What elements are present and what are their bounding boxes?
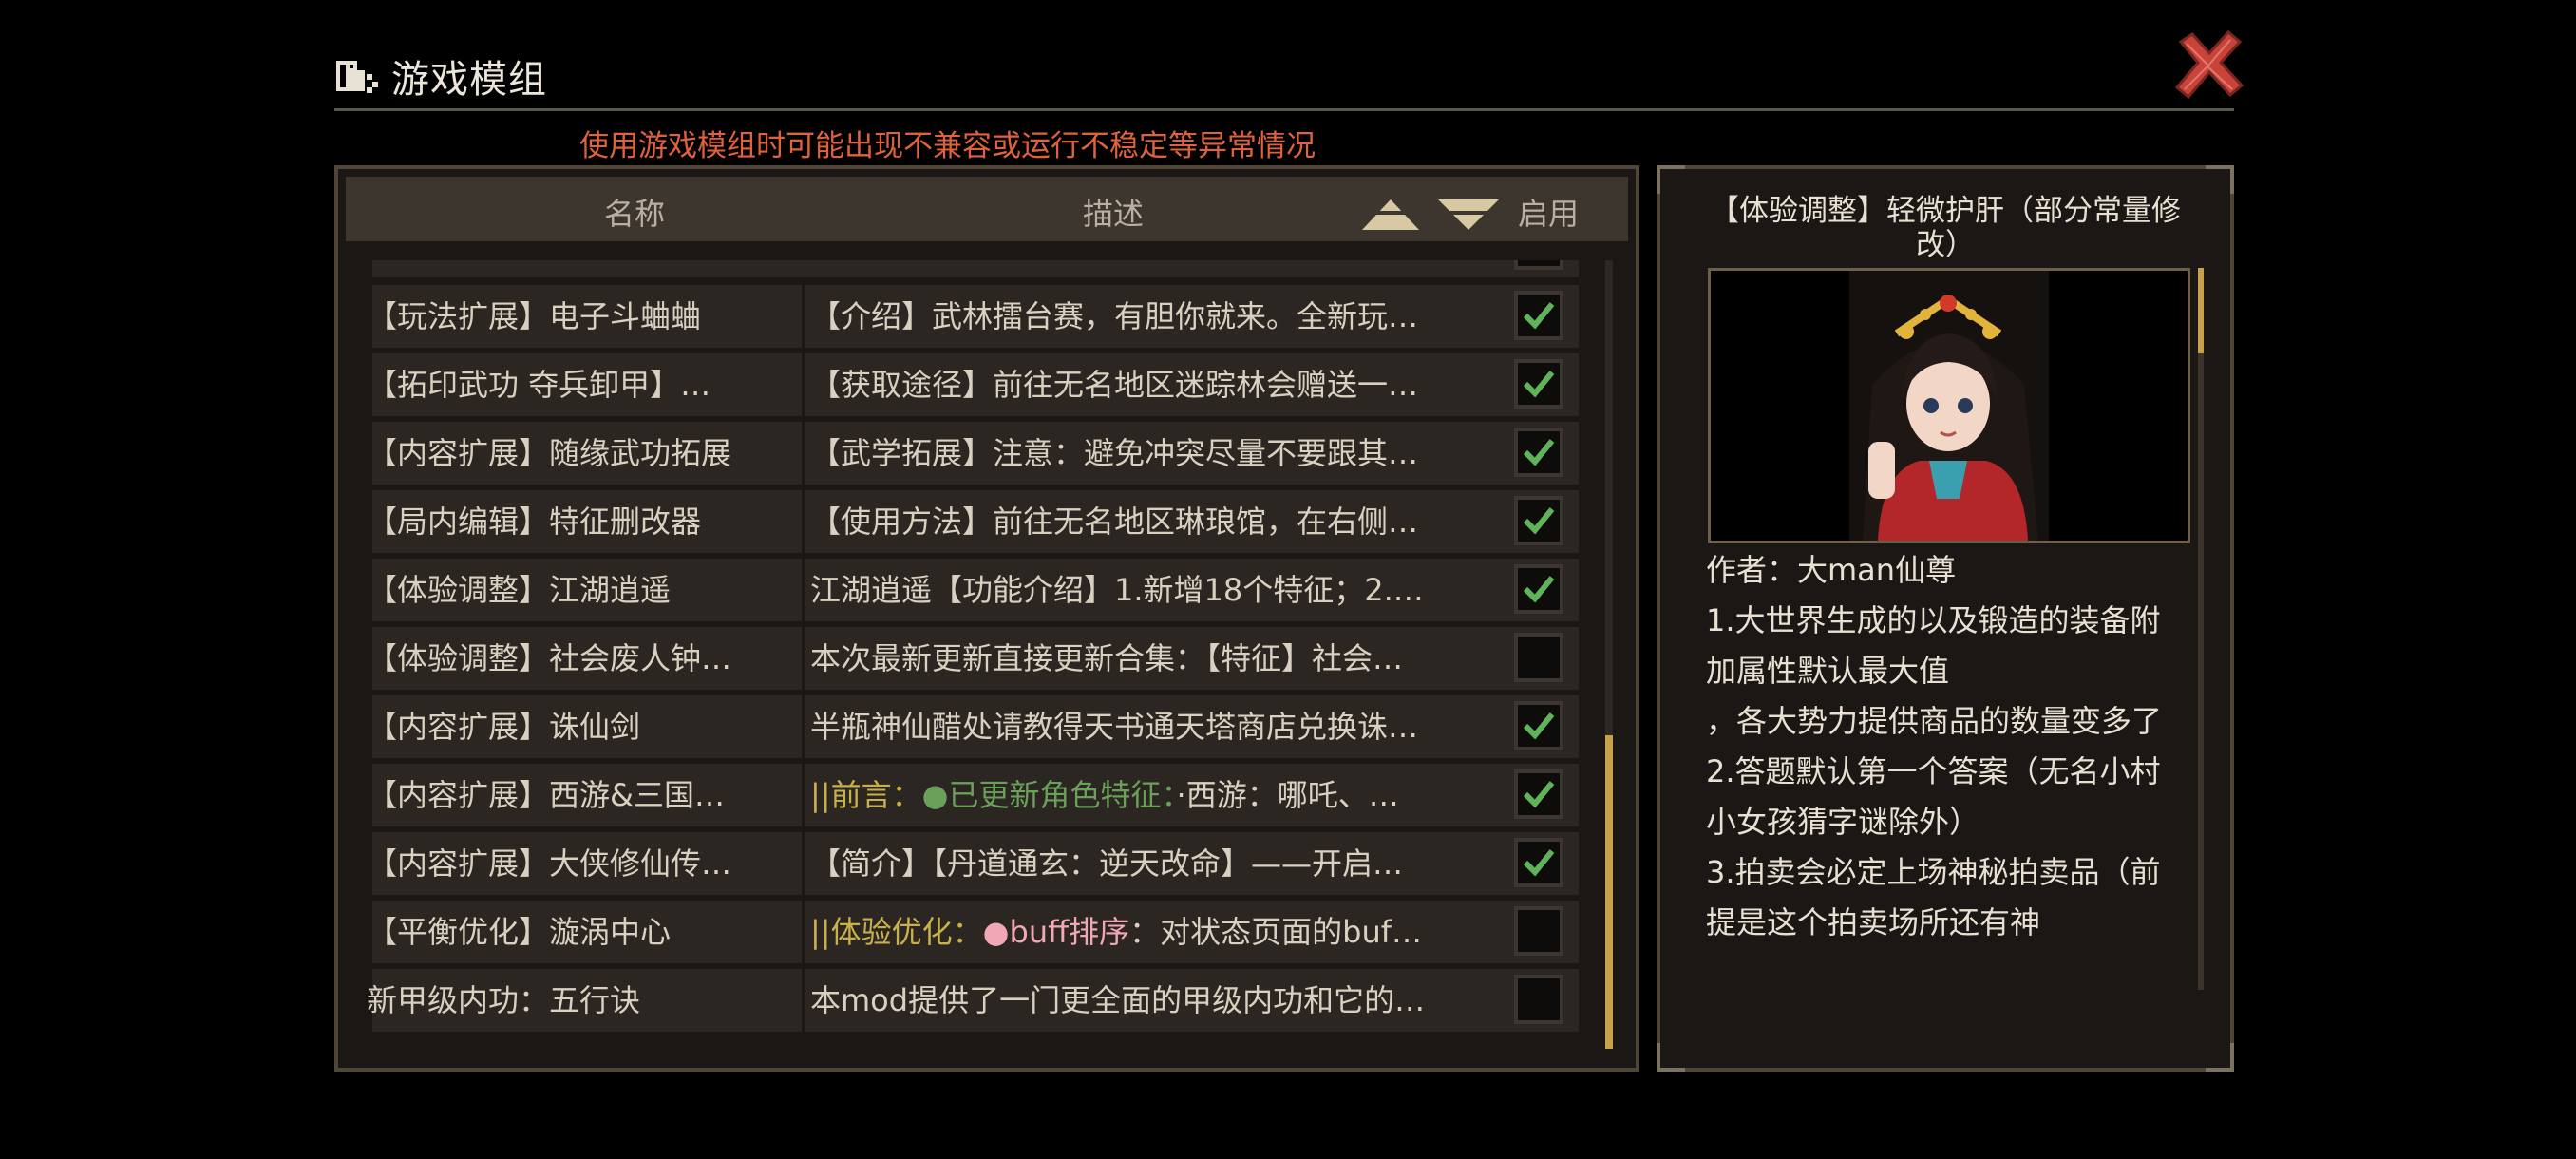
character-portrait [1849, 271, 2049, 541]
detail-line: 1.大世界生成的以及锻造的装备附加属性默认最大值 [1706, 602, 2161, 689]
mod-preview-image [1708, 268, 2190, 543]
check-icon [1523, 849, 1555, 877]
detail-title: 【体验调整】轻微护肝（部分常量修改） [1710, 194, 2181, 262]
detail-scrollbar[interactable] [2198, 268, 2204, 990]
desc-highlight: buff排序 [1009, 914, 1130, 950]
check-icon [1523, 576, 1555, 603]
list-item[interactable]: 【内容扩展】随缘武功拓展 【武学拓展】注意：避免冲突尽量不要跟其… [367, 422, 1592, 484]
enable-checkbox[interactable] [1514, 838, 1563, 887]
list-item[interactable]: 【拓印武功 夺兵卸甲】… 【获取途径】前往无名地区迷踪林会赠送一… [367, 353, 1592, 416]
list-item[interactable]: 【平衡优化】漩涡中心 ||体验优化：●buff排序：对状态页面的buf… [367, 901, 1592, 963]
detail-description: 作者：大man仙尊 1.大世界生成的以及锻造的装备附加属性默认最大值 ，各大势力… [1706, 545, 2190, 986]
frame-corner [2206, 1043, 2234, 1072]
list-item[interactable]: 【内容扩展】大侠修仙传… 【简介】【丹道通玄：逆天改命】——开启… [367, 832, 1592, 895]
mod-desc: 【获取途径】前往无名地区迷踪林会赠送一… [802, 353, 1495, 416]
frame-corner [1657, 1043, 1685, 1072]
mod-desc: 【使用方法】前往无名地区琳琅馆，在右侧… [802, 490, 1495, 553]
author-line: 作者：大man仙尊 [1706, 552, 1957, 588]
desc-bullet: ● [982, 914, 1010, 950]
mod-desc: 江湖逍遥【功能介绍】1.新增18个特征；2.… [802, 559, 1495, 621]
frame-corner [2206, 165, 2234, 194]
mod-name: 【局内编辑】特征删改器 [367, 504, 702, 540]
mod-desc: 半瓶神仙醋处请教得天书通天塔商店兑换诛… [802, 695, 1495, 758]
mod-desc: 本mod提供了一门更全面的甲级内功和它的… [802, 969, 1495, 1032]
mod-desc: 【简介】【丹道通玄：逆天改命】——开启… [802, 832, 1495, 895]
check-icon [1523, 302, 1555, 330]
list-item[interactable]: 【内容扩展】西游&三国… ||前言：●已更新角色特征：·西游：哪吒、… [367, 764, 1592, 826]
enable-checkbox[interactable] [1514, 633, 1563, 682]
mod-list-panel: 名称 描述 启用 【玩法扩展】电子斗蛐蛐 【介绍】武林擂台赛，有胆你就来。全新玩… [334, 165, 1639, 1072]
detail-line: 2.答题默认第一个答案（无名小村小女孩猜字谜除外） [1706, 753, 2161, 840]
check-icon [1523, 507, 1555, 535]
enable-checkbox[interactable] [1514, 428, 1563, 477]
enable-checkbox[interactable] [1514, 701, 1563, 750]
column-header-desc: 描述 [1083, 196, 1145, 232]
mod-name: 【体验调整】江湖逍遥 [367, 572, 672, 608]
mod-name: 【拓印武功 夺兵卸甲】… [367, 367, 711, 403]
sort-up-icon[interactable] [1362, 200, 1419, 230]
enable-checkbox[interactable] [1514, 770, 1563, 819]
page-title: 游戏模组 [391, 58, 547, 102]
detail-line: ，各大势力提供商品的数量变多了 [1706, 703, 2163, 739]
list-item[interactable]: 【体验调整】江湖逍遥 江湖逍遥【功能介绍】1.新增18个特征；2.… [367, 559, 1592, 621]
mod-name: 【玩法扩展】电子斗蛐蛐 [367, 298, 702, 334]
desc-prefix: ||体验优化： [810, 914, 983, 950]
desc-prefix: ||前言： [810, 777, 922, 813]
detail-line: 3.拍卖会必定上场神秘拍卖品（前提是这个拍卖场所还有神 [1706, 854, 2161, 940]
check-icon [1523, 781, 1555, 808]
mod-icon [336, 61, 378, 93]
enable-checkbox[interactable] [1514, 975, 1563, 1024]
desc-rest: ：对状态页面的buf… [1129, 914, 1423, 950]
enable-checkbox[interactable] [1514, 260, 1563, 270]
mod-desc: ||前言：●已更新角色特征：·西游：哪吒、… [802, 764, 1495, 826]
list-scroll-thumb[interactable] [1605, 735, 1613, 1049]
enable-checkbox[interactable] [1514, 496, 1563, 545]
mod-desc: 【武学拓展】注意：避免冲突尽量不要跟其… [802, 422, 1495, 484]
mod-name: 【内容扩展】诛仙剑 [367, 709, 641, 745]
check-icon [1523, 439, 1555, 466]
list-header: 名称 描述 启用 [346, 177, 1628, 241]
mod-list: 【玩法扩展】电子斗蛐蛐 【介绍】武林擂台赛，有胆你就来。全新玩… 【拓印武功 夺… [367, 260, 1592, 1049]
enable-checkbox[interactable] [1514, 564, 1563, 614]
mod-name: 【内容扩展】大侠修仙传… [367, 846, 732, 882]
title-divider [334, 108, 2234, 111]
desc-rest: ·西游：哪吒、… [1176, 777, 1399, 813]
mod-name: 【内容扩展】随缘武功拓展 [367, 435, 732, 471]
warning-text: 使用游戏模组时可能出现不兼容或运行不稳定等异常情况 [579, 129, 1316, 163]
list-item[interactable]: 【玩法扩展】电子斗蛐蛐 【介绍】武林擂台赛，有胆你就来。全新玩… [367, 285, 1592, 348]
check-icon [1523, 370, 1555, 398]
sort-down-icon[interactable] [1438, 200, 1499, 230]
mod-name: 【体验调整】社会废人钟… [367, 640, 732, 676]
close-icon[interactable] [2173, 28, 2245, 101]
list-item[interactable]: 新甲级内功：五行诀 本mod提供了一门更全面的甲级内功和它的… [367, 969, 1592, 1032]
desc-highlight: ●已更新角色特征： [921, 777, 1177, 813]
list-item-partial[interactable] [367, 260, 1592, 277]
list-item[interactable]: 【内容扩展】诛仙剑 半瓶神仙醋处请教得天书通天塔商店兑换诛… [367, 695, 1592, 758]
column-header-name: 名称 [604, 196, 666, 232]
mod-name: 【平衡优化】漩涡中心 [367, 914, 672, 950]
enable-checkbox[interactable] [1514, 291, 1563, 340]
check-icon [1523, 712, 1555, 740]
list-item[interactable]: 【体验调整】社会废人钟… 本次最新更新直接更新合集：【特征】社会… [367, 627, 1592, 690]
list-item[interactable]: 【局内编辑】特征删改器 【使用方法】前往无名地区琳琅馆，在右侧… [367, 490, 1592, 553]
column-header-enable: 启用 [1518, 196, 1580, 232]
frame-corner [1657, 165, 1685, 194]
list-scrollbar[interactable] [1605, 260, 1613, 1049]
window-title-bar: 游戏模组 [334, 49, 547, 103]
enable-checkbox[interactable] [1514, 359, 1563, 408]
mod-name: 【内容扩展】西游&三国… [367, 777, 725, 813]
mod-desc: 【介绍】武林擂台赛，有胆你就来。全新玩… [802, 285, 1495, 348]
mod-name: 新甲级内功：五行诀 [367, 982, 641, 1018]
mod-desc: ||体验优化：●buff排序：对状态页面的buf… [802, 901, 1495, 963]
enable-checkbox[interactable] [1514, 906, 1563, 956]
mod-desc: 本次最新更新直接更新合集：【特征】社会… [802, 627, 1495, 690]
mod-detail-panel: 【体验调整】轻微护肝（部分常量修改） 作者：大man仙尊 1.大世界生成的以及锻… [1657, 165, 2234, 1072]
detail-scroll-thumb[interactable] [2198, 268, 2204, 353]
